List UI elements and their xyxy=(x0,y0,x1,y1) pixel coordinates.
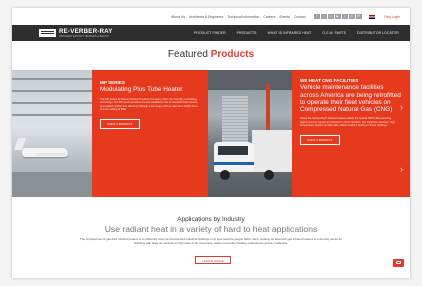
facility-pillar xyxy=(266,84,270,134)
logo-mark-icon xyxy=(39,29,56,37)
nav-oem-parts[interactable]: O.E.M. PARTS xyxy=(322,31,346,35)
cng-subtitle: Vehicle maintenance facilities across Am… xyxy=(300,84,401,114)
rep-login-link[interactable]: Rep Login xyxy=(385,15,400,19)
nav-distributor-locator[interactable]: DISTRIBUTOR LOCATOR xyxy=(357,31,399,35)
cng-panel: WE HEAT CNG FACILITIES Vehicle maintenan… xyxy=(292,70,410,197)
hangar-floor xyxy=(12,172,92,197)
truck-body xyxy=(252,130,292,172)
cng-description: Select Re-Verber-Ray® infrared heaters s… xyxy=(300,117,395,128)
facebook-icon[interactable]: f xyxy=(313,14,320,19)
google-plus-icon[interactable]: g xyxy=(341,14,348,19)
browser-page: About Us Architects & Engineers Technica… xyxy=(12,8,410,278)
cng-title: WE HEAT CNG FACILITIES xyxy=(300,78,359,83)
social-icons: f t in ▶ g ◎ ✉ xyxy=(313,14,362,19)
truck-facility-photo xyxy=(208,70,292,197)
brand-tagline: INFRARED RADIANT HEATERS & BRUSH xyxy=(59,34,109,38)
nav-what-is-infrared-heat[interactable]: WHAT IS INFRARED HEAT xyxy=(268,31,312,35)
util-link-events[interactable]: Events xyxy=(279,15,289,19)
learn-more-button[interactable]: LEARN MORE xyxy=(195,256,231,264)
ceiling-beam xyxy=(12,114,92,116)
facility-ceiling xyxy=(208,70,292,90)
util-link-careers[interactable]: Careers xyxy=(263,15,275,19)
mp-series-subtitle: Modulating Plus Tube Heater xyxy=(100,86,183,94)
mp-series-panel: MP SERIES Modulating Plus Tube Heater Th… xyxy=(92,70,208,197)
util-link-architects[interactable]: Architects & Engineers xyxy=(189,15,223,19)
chat-icon[interactable] xyxy=(393,259,404,267)
brand-name: RE-VERBER-RAY xyxy=(59,27,113,35)
featured-highlight: Products xyxy=(210,49,255,60)
truck-wheel xyxy=(220,170,230,180)
mp-series-title: MP SERIES xyxy=(100,80,125,85)
bay-door xyxy=(222,96,248,144)
linkedin-icon[interactable]: in xyxy=(327,14,334,19)
airplane-wing xyxy=(35,153,67,156)
mp-series-description: The MP Series by Detroit Radiant Product… xyxy=(100,97,198,112)
email-icon[interactable]: ✉ xyxy=(355,14,362,19)
carousel-next-icon[interactable]: › xyxy=(400,164,403,174)
ceiling-beam xyxy=(12,102,92,104)
featured-carousel: MP SERIES Modulating Plus Tube Heater Th… xyxy=(12,70,410,197)
truck-windshield xyxy=(218,146,248,155)
nav-product-finder[interactable]: PRODUCT FINDER xyxy=(194,31,226,35)
featured-prefix: Featured xyxy=(167,49,208,60)
language-flag-icon[interactable] xyxy=(368,14,375,19)
mp-view-product-button[interactable]: VIEW PRODUCT xyxy=(100,118,140,129)
util-link-about[interactable]: About Us xyxy=(171,15,185,19)
featured-heading: Featured Products xyxy=(12,49,410,60)
youtube-icon[interactable]: ▶ xyxy=(334,14,341,19)
applications-text: The principal use of gas-fired infrared … xyxy=(79,237,342,245)
hangar-photo xyxy=(12,70,92,197)
cng-view-product-button[interactable]: VIEW PRODUCT xyxy=(300,134,340,145)
util-link-contact[interactable]: Contact xyxy=(294,15,306,19)
brand-logo[interactable]: RE-VERBER-RAY INFRARED RADIANT HEATERS &… xyxy=(12,27,169,38)
truck-stripe xyxy=(214,162,254,165)
logo-text-group: RE-VERBER-RAY INFRARED RADIANT HEATERS &… xyxy=(59,27,113,38)
util-link-technical[interactable]: Technical Information xyxy=(227,15,259,19)
nav-products[interactable]: PRODUCTS xyxy=(237,31,257,35)
applications-title: Applications by Industry xyxy=(177,216,245,223)
ceiling-beam xyxy=(12,78,92,80)
twitter-icon[interactable]: t xyxy=(320,14,327,19)
ceiling-beam xyxy=(12,90,92,92)
applications-subtitle: Use radiant heat in a variety of hard to… xyxy=(104,224,318,234)
truck-wheel xyxy=(264,170,274,180)
carousel-next-icon[interactable]: › xyxy=(400,102,403,112)
instagram-icon[interactable]: ◎ xyxy=(348,14,355,19)
main-menu: PRODUCT FINDER PRODUCTS WHAT IS INFRARED… xyxy=(194,31,399,35)
main-nav: RE-VERBER-RAY INFRARED RADIANT HEATERS &… xyxy=(12,25,410,41)
utility-bar: About Us Architects & Engineers Technica… xyxy=(12,8,410,25)
